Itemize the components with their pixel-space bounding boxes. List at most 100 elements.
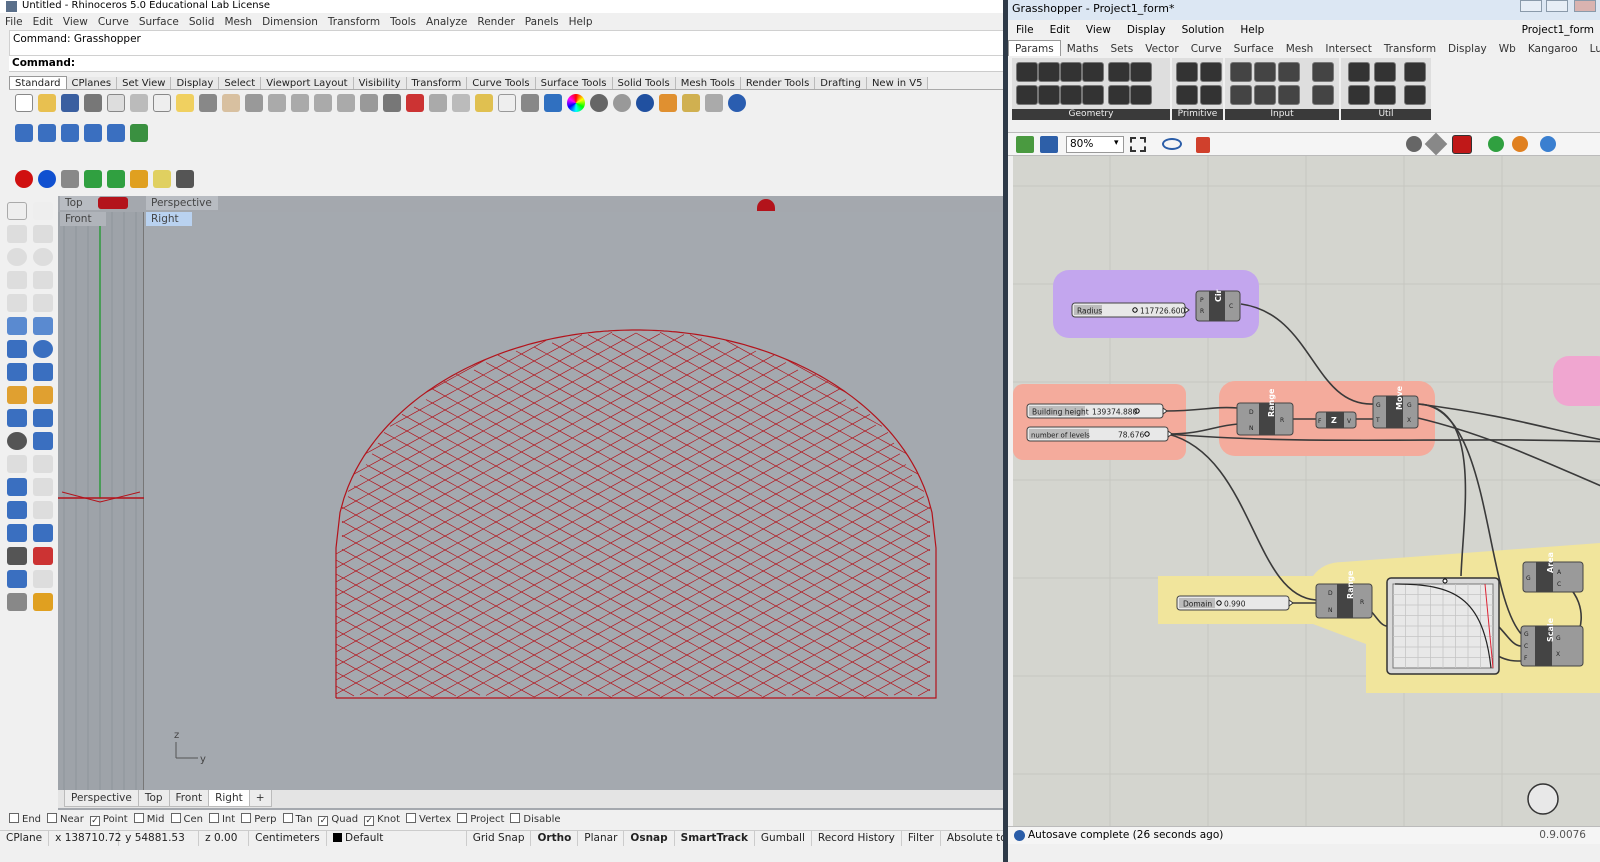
status-filter[interactable]: Filter: [902, 831, 941, 846]
gh-canvas[interactable]: Radius 117726.600 Cir P R C Building hei…: [1013, 156, 1600, 826]
mesh-param-icon[interactable]: [1130, 85, 1152, 105]
open-folder-icon[interactable]: [37, 94, 56, 112]
osnap-near[interactable]: Near: [47, 813, 84, 825]
point-param-icon[interactable]: [1016, 62, 1038, 82]
gh-tab-params[interactable]: Params: [1008, 40, 1061, 56]
zoom-icon[interactable]: [267, 94, 286, 112]
help-icon[interactable]: [727, 94, 746, 112]
mirror-icon[interactable]: [33, 501, 53, 519]
tab-visibility[interactable]: Visibility: [353, 77, 407, 89]
cluster-icon[interactable]: [1348, 62, 1370, 82]
tab-curve-tools[interactable]: Curve Tools: [467, 77, 536, 89]
viewport-split-icon[interactable]: [106, 124, 125, 142]
osnap-checkbox[interactable]: [133, 813, 144, 823]
box-icon[interactable]: [60, 170, 79, 188]
menu-render[interactable]: Render: [472, 14, 519, 30]
curve-icon[interactable]: [33, 225, 53, 243]
status-planar[interactable]: Planar: [578, 831, 625, 846]
circle-param-icon[interactable]: [1038, 62, 1060, 82]
osnap-disable[interactable]: Disable: [510, 813, 561, 825]
sketch-pen-icon[interactable]: [1196, 137, 1210, 153]
surface-param-icon[interactable]: [1082, 85, 1104, 105]
rotate-view-icon[interactable]: [244, 94, 263, 112]
minimize-icon[interactable]: [1520, 0, 1542, 12]
status-record-history[interactable]: Record History: [812, 831, 902, 846]
menu-solid[interactable]: Solid: [184, 14, 220, 30]
rotate-icon[interactable]: [33, 455, 53, 473]
menu-analyze[interactable]: Analyze: [421, 14, 472, 30]
gh-menu-edit[interactable]: Edit: [1042, 20, 1078, 40]
gh-tab-kangaroo[interactable]: Kangaroo: [1522, 41, 1584, 56]
viewport-maximize-icon[interactable]: [129, 124, 148, 142]
brep-param-icon[interactable]: [1108, 62, 1130, 82]
toggle-icon[interactable]: [1278, 62, 1300, 82]
gh-menu-file[interactable]: File: [1008, 20, 1042, 40]
options-gear-icon[interactable]: [681, 94, 700, 112]
command-prompt[interactable]: Command:: [9, 56, 1005, 72]
split-icon[interactable]: [33, 386, 53, 404]
preview-shaded-icon[interactable]: [1424, 132, 1448, 156]
maximize-icon[interactable]: [1546, 0, 1568, 12]
dimension-tool-icon[interactable]: [33, 478, 53, 496]
trim-icon[interactable]: [7, 409, 27, 427]
zoom-selected-icon[interactable]: [336, 94, 355, 112]
layer-icon[interactable]: [543, 94, 562, 112]
points-icon[interactable]: [474, 94, 493, 112]
viewport-label-perspective[interactable]: Perspective: [146, 196, 218, 210]
tab-select[interactable]: Select: [219, 77, 262, 89]
cone-icon[interactable]: [129, 170, 148, 188]
viewport-label-front[interactable]: Front: [60, 212, 106, 226]
menu-transform[interactable]: Transform: [323, 14, 385, 30]
preview-selected-icon[interactable]: [1452, 135, 1472, 154]
osnap-point[interactable]: ✓ Point: [89, 814, 128, 826]
zoom-dropdown-icon[interactable]: ▾: [1114, 138, 1119, 148]
osnap-checkbox[interactable]: [47, 813, 58, 823]
osnap-quad[interactable]: ✓ Quad: [318, 814, 358, 826]
ribbon-label-geometry[interactable]: Geometry: [1012, 109, 1170, 120]
cut-icon[interactable]: [129, 94, 148, 112]
osnap-checkbox[interactable]: [241, 813, 252, 823]
gh-tab-curve[interactable]: Curve: [1185, 41, 1228, 56]
osnap-vertex[interactable]: Vertex: [406, 813, 451, 825]
osnap-checkbox[interactable]: [510, 813, 521, 823]
select-icon[interactable]: [451, 94, 470, 112]
viewport-label-right[interactable]: Right: [146, 212, 192, 226]
front-viewport[interactable]: Front: [58, 212, 144, 790]
menu-edit[interactable]: Edit: [28, 14, 58, 30]
tab-solid-tools[interactable]: Solid Tools: [612, 77, 676, 89]
gh-tab-intersect[interactable]: Intersect: [1319, 41, 1377, 56]
select-arrow-icon[interactable]: [7, 202, 27, 220]
explode-icon[interactable]: [7, 432, 27, 450]
gh-menu-display[interactable]: Display: [1119, 20, 1174, 40]
mesh-param-icon[interactable]: [1130, 62, 1152, 82]
tab-display[interactable]: Display: [171, 77, 220, 89]
status-osnap[interactable]: Osnap: [624, 831, 675, 846]
gh-menu-solution[interactable]: Solution: [1174, 20, 1233, 40]
osnap-checkbox[interactable]: ✓: [364, 816, 375, 826]
gh-tab-mesh[interactable]: Mesh: [1280, 41, 1320, 56]
print-icon[interactable]: [83, 94, 102, 112]
gh-tab-display[interactable]: Display: [1442, 41, 1493, 56]
blue-sphere-icon[interactable]: [37, 170, 56, 188]
text-icon[interactable]: [7, 478, 27, 496]
vp-tab-top[interactable]: Top: [137, 790, 170, 807]
rendered-sphere-icon[interactable]: [612, 94, 631, 112]
tab-set-view[interactable]: Set View: [117, 77, 172, 89]
surface-param-icon[interactable]: [1082, 62, 1104, 82]
material-icon[interactable]: [658, 94, 677, 112]
osnap-checkbox[interactable]: [170, 813, 181, 823]
zoom-extents-icon[interactable]: [313, 94, 332, 112]
save-icon[interactable]: [60, 94, 79, 112]
copy-icon[interactable]: [152, 94, 171, 112]
group-height-levels[interactable]: [1013, 384, 1186, 460]
light-bulb-icon[interactable]: [497, 94, 516, 112]
unit-z-component[interactable]: Z F V: [1315, 411, 1357, 429]
mesh-icon[interactable]: [33, 363, 53, 381]
osnap-mid[interactable]: Mid: [133, 813, 165, 825]
menu-mesh[interactable]: Mesh: [219, 14, 257, 30]
extrude-icon[interactable]: [7, 363, 27, 381]
menu-file[interactable]: File: [0, 14, 28, 30]
radius-slider[interactable]: Radius 117726.600: [1071, 302, 1190, 318]
gradient-icon[interactable]: [1312, 85, 1334, 105]
right-viewport[interactable]: z y Right: [144, 212, 1005, 790]
